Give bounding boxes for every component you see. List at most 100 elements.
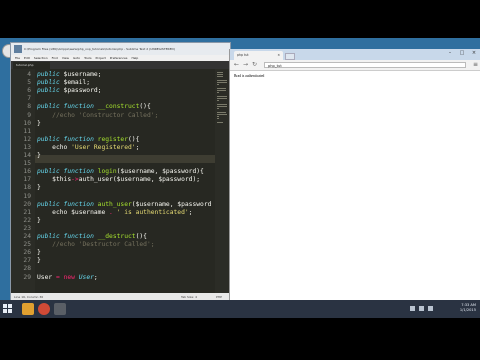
code-token: ; — [93, 273, 98, 281]
line-number: 13 — [23, 143, 31, 151]
editor-window-title: C:\Program Files (x86)\Ampps\www\php_oop… — [24, 47, 175, 51]
close-window-icon[interactable]: × — [469, 50, 479, 56]
back-arrow-icon[interactable]: ← — [234, 61, 239, 69]
code-token: } — [37, 152, 41, 159]
code-token: -> — [71, 176, 79, 184]
browser-tab[interactable]: php tut × — [234, 51, 283, 60]
line-number: 4 — [27, 71, 31, 78]
code-token: ($username, $password){ — [116, 168, 204, 176]
menu-item-goto[interactable]: Goto — [73, 56, 80, 60]
line-number: 11 — [23, 127, 31, 135]
editor-tab[interactable]: tutorial.php — [13, 62, 50, 69]
line-number: 29 — [23, 273, 31, 281]
minimap-line — [217, 72, 224, 73]
minimize-icon[interactable]: – — [445, 50, 455, 56]
code-token: new — [63, 273, 79, 281]
minimap[interactable] — [215, 69, 230, 293]
clock[interactable]: 7:33 AM 1/1/2015 — [450, 303, 476, 313]
code-line: } — [37, 217, 41, 224]
code-line: public $password; — [37, 87, 101, 94]
menu-item-edit[interactable]: Edit — [24, 56, 30, 60]
new-tab-button[interactable] — [285, 53, 295, 60]
code-line: public function login($username, $passwo… — [37, 168, 204, 175]
code-line: } — [37, 249, 41, 256]
code-token: ' is authenticated' — [112, 208, 189, 216]
browser-tab-bar: php tut × – □ × — [230, 49, 480, 60]
minimap-line — [217, 108, 220, 109]
code-token: public function — [37, 233, 98, 240]
minimap-line — [217, 84, 220, 85]
minimap-line — [217, 106, 227, 107]
code-token: echo — [37, 208, 72, 216]
windows-start-icon[interactable] — [3, 304, 13, 314]
minimap-line — [217, 98, 227, 99]
sublime-app-icon — [14, 45, 22, 53]
code-token: register — [97, 135, 129, 143]
line-number: 17 — [23, 176, 31, 184]
code-line: public function auth_user($username, $pa… — [37, 201, 211, 208]
code-token: public function — [37, 135, 98, 143]
minimap-line — [217, 114, 227, 115]
network-icon[interactable] — [410, 306, 415, 311]
code-token: 'User Registered' — [71, 143, 136, 151]
code-token: $email; — [59, 79, 91, 87]
page-output-text: Brad is authenticated — [234, 74, 265, 78]
code-token: $username; — [59, 71, 102, 78]
menu-icon[interactable]: ≡ — [473, 61, 478, 69]
menu-item-file[interactable]: File — [15, 56, 20, 60]
code-token: } — [37, 216, 41, 224]
line-number: 9 — [27, 111, 31, 119]
code-line: public $email; — [37, 79, 90, 86]
forward-arrow-icon[interactable]: → — [243, 61, 248, 69]
menu-item-preferences[interactable]: Preferences — [110, 56, 128, 60]
code-token: } — [37, 119, 41, 127]
code-token: //echo 'Constructor Called'; — [37, 111, 159, 119]
chrome-taskbar-icon[interactable] — [38, 303, 50, 315]
code-line: public function __construct(){ — [37, 103, 151, 110]
address-bar[interactable]: php_tut — [264, 62, 466, 68]
minimap-line — [217, 90, 226, 91]
minimap-line — [217, 104, 227, 105]
menu-item-find[interactable]: Find — [52, 56, 58, 60]
line-number: 20 — [23, 200, 31, 208]
menu-item-view[interactable]: View — [62, 56, 69, 60]
file-explorer-icon[interactable] — [22, 303, 34, 315]
code-token: //echo 'Destructor Called'; — [37, 241, 155, 249]
line-number: 14 — [23, 152, 31, 159]
code-line: } — [37, 184, 41, 191]
menu-item-selection[interactable]: Selection — [34, 56, 48, 60]
line-number: 25 — [23, 241, 31, 249]
code-token: } — [37, 249, 41, 257]
menu-item-tools[interactable]: Tools — [84, 56, 91, 60]
code-token: echo — [37, 143, 72, 151]
tab-close-icon[interactable]: × — [277, 51, 280, 60]
menu-item-project[interactable]: Project — [96, 56, 106, 60]
maximize-icon[interactable]: □ — [457, 50, 467, 56]
line-number: 26 — [23, 249, 31, 257]
line-number: 15 — [23, 160, 31, 168]
code-line: //echo 'Destructor Called'; — [37, 241, 155, 249]
editor-title-bar[interactable]: C:\Program Files (x86)\Ampps\www\php_oop… — [11, 43, 230, 55]
minimap-line — [217, 82, 227, 83]
line-number: 16 — [23, 168, 31, 176]
code-token: auth_user($username, $password); — [78, 176, 201, 184]
minimap-line — [217, 76, 224, 77]
clock-date: 1/1/2015 — [459, 308, 476, 312]
code-token: login — [97, 168, 117, 176]
line-number: 10 — [23, 119, 31, 127]
line-number: 8 — [27, 103, 31, 111]
menu-item-help[interactable]: Help — [131, 56, 138, 60]
sublime-taskbar-icon[interactable] — [54, 303, 66, 315]
line-number: 24 — [23, 233, 31, 240]
code-area[interactable]: 4 public $username; 5 public $email; 6 public… — [11, 69, 230, 293]
reload-icon[interactable]: ↻ — [252, 61, 257, 69]
line-number: 6 — [27, 87, 31, 95]
volume-icon[interactable] — [419, 306, 424, 311]
line-number: 21 — [23, 208, 31, 216]
notifications-icon[interactable] — [428, 306, 433, 311]
code-token: ; — [188, 208, 193, 216]
code-line: echo 'User Registered'; — [37, 144, 139, 151]
code-token: public function — [37, 103, 98, 111]
line-number: 5 — [27, 79, 31, 87]
editor-tab-strip: tutorial.php — [11, 61, 230, 69]
